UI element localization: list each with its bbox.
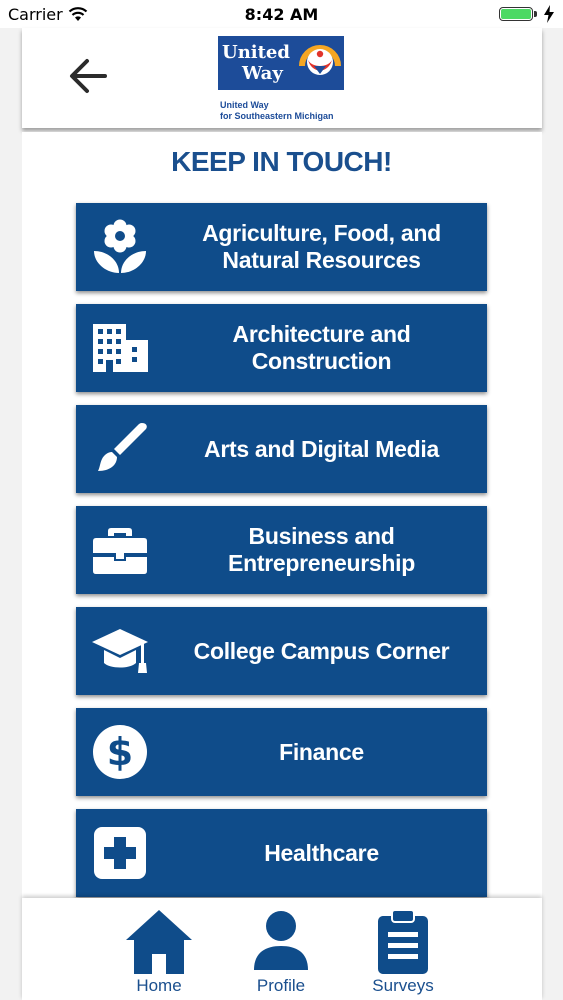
category-arts-button[interactable]: Arts and Digital Media	[76, 405, 487, 493]
arrow-left-icon[interactable]	[67, 56, 109, 96]
battery-icon	[499, 7, 533, 21]
tab-home[interactable]: Home	[104, 898, 214, 1000]
logo-word-united: United	[222, 42, 290, 63]
app-header: United Way United Way for Southeastern M…	[22, 28, 542, 128]
clipboard-icon	[378, 909, 428, 974]
tab-profile-label: Profile	[256, 976, 306, 995]
category-label: Architecture and Construction	[232, 321, 411, 374]
category-business-button[interactable]: Business and Entrepreneurship	[76, 506, 487, 594]
category-architecture-button[interactable]: Architecture and Construction	[76, 304, 487, 392]
status-time: 8:42 AM	[244, 5, 319, 24]
battery-tip	[534, 11, 537, 17]
category-finance-button[interactable]: $ Finance	[76, 708, 487, 796]
category-label: Healthcare	[264, 839, 379, 866]
graduation-cap-icon	[92, 629, 148, 673]
tab-surveys[interactable]: Surveys	[348, 898, 458, 1000]
medical-cross-icon	[94, 827, 146, 879]
logo-word-way: Way	[242, 63, 283, 84]
paintbrush-icon	[98, 423, 147, 471]
user-icon	[254, 911, 308, 970]
united-way-emblem-icon	[299, 45, 341, 75]
category-label: Arts and Digital Media	[204, 435, 439, 462]
category-label: Business and Entrepreneurship	[228, 523, 415, 576]
svg-text:$: $	[107, 730, 133, 774]
logo-subtitle-line2: for Southeastern Michigan	[220, 111, 334, 121]
tab-profile[interactable]: Profile	[226, 898, 336, 1000]
building-icon	[93, 324, 148, 372]
category-list: Agriculture, Food, and Natural Resources…	[76, 203, 487, 910]
logo-subtitle-line1: United Way	[220, 100, 269, 110]
charging-bolt-icon	[544, 5, 554, 23]
category-healthcare-button[interactable]: Healthcare	[76, 809, 487, 897]
briefcase-icon	[93, 528, 147, 574]
tab-surveys-label: Surveys	[372, 976, 434, 995]
category-label: College Campus Corner	[193, 637, 450, 664]
category-college-button[interactable]: College Campus Corner	[76, 607, 487, 695]
page-title: KEEP IN TOUCH!	[171, 146, 392, 177]
flower-icon	[94, 219, 146, 273]
bottom-tab-bar: Home Profile Surveys	[22, 898, 542, 1000]
category-agriculture-button[interactable]: Agriculture, Food, and Natural Resources	[76, 203, 487, 291]
status-bar: Carrier 8:42 AM	[0, 0, 563, 28]
united-way-logo: United Way United Way for Southeastern M…	[218, 36, 348, 122]
home-icon	[126, 910, 192, 974]
category-label: Finance	[279, 738, 364, 765]
tab-home-label: Home	[136, 976, 182, 995]
category-label: Agriculture, Food, and Natural Resources	[202, 220, 441, 273]
dollar-icon: $	[93, 725, 147, 779]
